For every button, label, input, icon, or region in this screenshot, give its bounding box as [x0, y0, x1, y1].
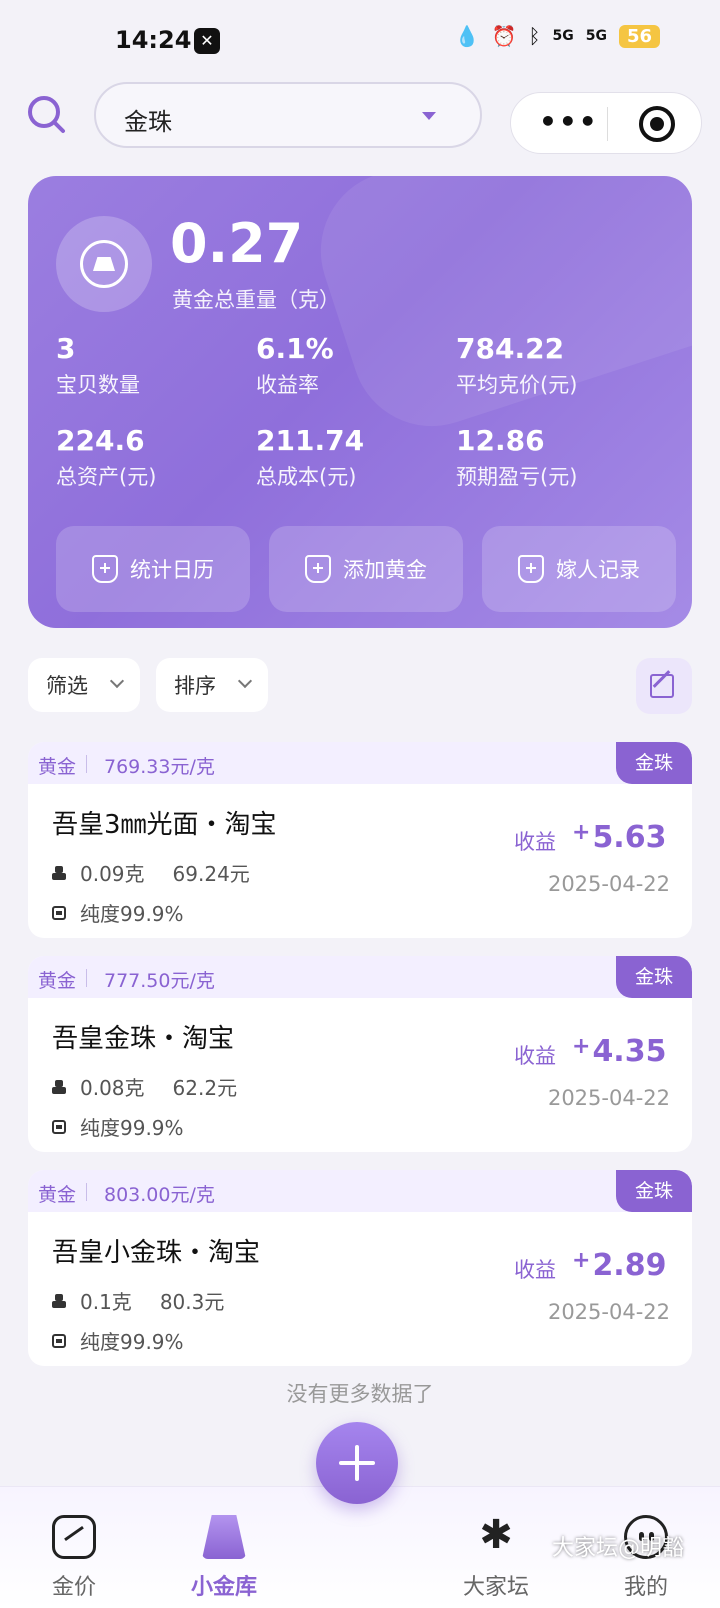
profit-label: 收益 — [514, 1044, 556, 1068]
trend-chart-icon — [52, 1515, 96, 1559]
purity-icon — [52, 1333, 66, 1348]
metal-type: 黄金 — [38, 1184, 77, 1206]
profit-value: +2.89 — [572, 1248, 667, 1283]
watermark: 大家坛@明豁 — [552, 1536, 685, 1561]
action-row: 统计日历 添加黄金 嫁人记录 — [56, 526, 676, 612]
gold-item-card[interactable]: 黄金 769.33元/克 金珠 吾皇3㎜光面・淘宝 0.09克 69.24元 纯… — [28, 742, 692, 938]
weight-cost-row: 0.08克 62.2元 — [52, 1072, 237, 1101]
drop-icon: 💧 — [454, 24, 480, 48]
status-icons: 💧 ⏰ ᛒ 5G 5G 56 — [455, 24, 660, 48]
metal-type: 黄金 — [38, 970, 77, 992]
divider — [86, 1183, 87, 1201]
unit-price: 769.33元/克 — [104, 756, 215, 778]
signal-1-icon: 5G — [552, 28, 574, 44]
purity-row: 纯度99.9% — [52, 1326, 184, 1355]
stat-item-count: 3 宝贝数量 — [56, 332, 140, 397]
unit-price: 777.50元/克 — [104, 970, 215, 992]
signal-2-icon: 5G — [585, 28, 607, 44]
add-shield-icon — [305, 555, 331, 583]
item-name: 吾皇金珠・淘宝 — [52, 1024, 235, 1054]
total-weight-label: 黄金总重量（克） — [172, 288, 340, 312]
stat-total-cost: 211.74 总成本(元) — [256, 424, 365, 489]
chevron-down-icon — [237, 673, 253, 689]
purity-icon — [52, 905, 66, 920]
status-bar: 14:24 ✕ 💧 ⏰ ᛒ 5G 5G 56 — [0, 0, 720, 80]
total-weight-value: 0.27 — [170, 212, 304, 275]
add-shield-icon — [518, 555, 544, 583]
category-tag: 金珠 — [616, 956, 692, 998]
chevron-down-icon — [109, 673, 125, 689]
profit-value: +5.63 — [572, 820, 667, 855]
search-icon[interactable] — [26, 94, 66, 134]
card-header: 黄金 803.00元/克 金珠 — [28, 1170, 692, 1212]
gold-stack-icon — [52, 1079, 66, 1094]
purity-icon — [52, 1119, 66, 1134]
category-tag: 金珠 — [616, 1170, 692, 1212]
item-name: 吾皇3㎜光面・淘宝 — [52, 810, 277, 840]
divider — [86, 969, 87, 987]
add-record-fab[interactable] — [316, 1422, 398, 1504]
gold-bar-icon — [202, 1515, 246, 1559]
battery-icon: 56 — [618, 24, 660, 48]
metal-type: 黄金 — [38, 756, 77, 778]
stat-expected-profit: 12.86 预期盈亏(元) — [456, 424, 578, 489]
filter-button[interactable]: 筛选 — [28, 658, 140, 712]
tab-gold-price[interactable]: 金价 — [14, 1487, 134, 1608]
stat-average-price: 784.22 平均克价(元) — [456, 332, 578, 397]
gold-stack-icon — [52, 865, 66, 880]
notification-app-icon: ✕ — [194, 28, 220, 54]
sort-button[interactable]: 排序 — [156, 658, 268, 712]
divider — [86, 755, 87, 773]
stat-total-assets: 224.6 总资产(元) — [56, 424, 157, 489]
card-header: 黄金 777.50元/克 金珠 — [28, 956, 692, 998]
gold-item-card[interactable]: 黄金 777.50元/克 金珠 吾皇金珠・淘宝 0.08克 62.2元 纯度99… — [28, 956, 692, 1152]
edit-icon — [650, 674, 674, 698]
list-end-text: 没有更多数据了 — [286, 1382, 434, 1406]
pinwheel-icon — [474, 1513, 518, 1559]
stat-yield-rate: 6.1% 收益率 — [256, 332, 334, 397]
purchase-date: 2025-04-22 — [547, 872, 670, 896]
tab-small-vault[interactable]: 小金库 — [164, 1487, 284, 1608]
profit-value: +4.35 — [572, 1034, 667, 1069]
miniprogram-capsule: ••• — [510, 92, 702, 154]
card-header: 黄金 769.33元/克 金珠 — [28, 742, 692, 784]
stats-calendar-button[interactable]: 统计日历 — [56, 526, 250, 612]
gold-bar-icon — [80, 240, 128, 288]
gold-stack-icon — [52, 1293, 66, 1308]
purity-row: 纯度99.9% — [52, 898, 184, 927]
alarm-icon: ⏰ — [491, 24, 517, 48]
add-gold-button[interactable]: 添加黄金 — [269, 526, 463, 612]
category-selector[interactable]: 金珠 — [94, 82, 482, 148]
purchase-date: 2025-04-22 — [547, 1300, 670, 1324]
gold-bar-badge — [56, 216, 152, 312]
purity-row: 纯度99.9% — [52, 1112, 184, 1141]
profit-label: 收益 — [514, 830, 556, 854]
add-shield-icon — [92, 555, 118, 583]
purchase-date: 2025-04-22 — [547, 1086, 670, 1110]
item-name: 吾皇小金珠・淘宝 — [52, 1238, 261, 1268]
weight-cost-row: 0.1克 80.3元 — [52, 1286, 224, 1315]
category-selector-value: 金珠 — [124, 108, 172, 136]
marriage-record-button[interactable]: 嫁人记录 — [482, 526, 676, 612]
profit-label: 收益 — [514, 1258, 556, 1282]
close-miniprogram-icon[interactable] — [639, 106, 675, 142]
capsule-divider — [607, 107, 608, 141]
status-time: 14:24 — [115, 26, 192, 54]
bluetooth-icon: ᛒ — [528, 24, 541, 48]
summary-card: 0.27 黄金总重量（克） 3 宝贝数量 6.1% 收益率 784.22 平均克… — [28, 176, 692, 628]
caret-down-icon — [422, 112, 436, 120]
more-icon[interactable]: ••• — [539, 107, 599, 137]
unit-price: 803.00元/克 — [104, 1184, 215, 1206]
category-tag: 金珠 — [616, 742, 692, 784]
gold-item-card[interactable]: 黄金 803.00元/克 金珠 吾皇小金珠・淘宝 0.1克 80.3元 纯度99… — [28, 1170, 692, 1366]
tab-forum[interactable]: 大家坛 — [436, 1487, 556, 1608]
batch-edit-button[interactable] — [636, 658, 692, 714]
weight-cost-row: 0.09克 69.24元 — [52, 858, 250, 887]
